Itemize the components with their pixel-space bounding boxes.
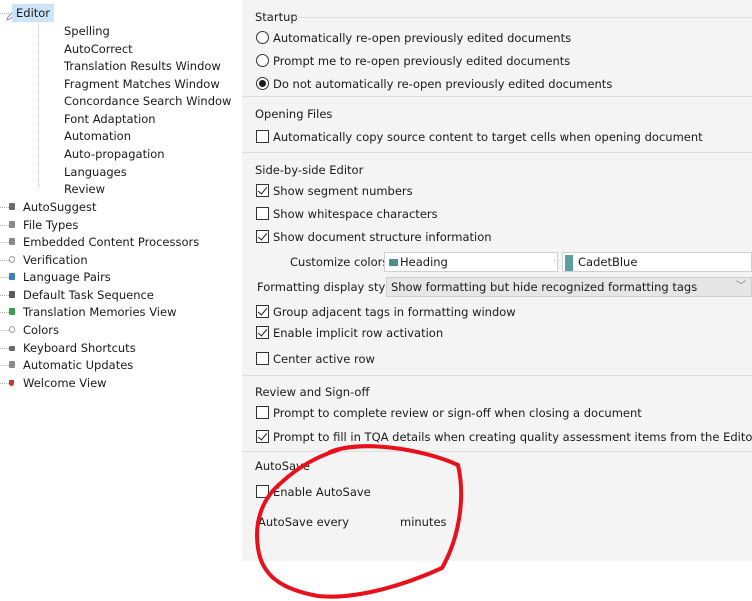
checkbox[interactable] bbox=[256, 485, 269, 498]
tree-connector bbox=[0, 365, 9, 366]
tree-item-fragment-matches[interactable]: Fragment Matches Window bbox=[64, 75, 220, 93]
heading-color-value: Heading bbox=[400, 255, 448, 269]
side-by-side-section-title: Side-by-side Editor bbox=[255, 163, 364, 177]
checkbox-label: Show document structure information bbox=[273, 230, 492, 244]
tree-item-review[interactable]: Review bbox=[64, 180, 105, 198]
radio-button-selected[interactable] bbox=[256, 77, 269, 90]
options-tree: Editor Spelling AutoCorrect Translation … bbox=[0, 0, 242, 601]
customize-colors-label: Customize colors: bbox=[290, 255, 393, 269]
checkbox[interactable] bbox=[256, 207, 269, 220]
checkbox-label: Prompt to fill in TQA details when creat… bbox=[273, 430, 752, 444]
tree-item-label: AutoSuggest bbox=[23, 200, 97, 214]
startup-section-title: Startup bbox=[255, 10, 298, 24]
radio-button[interactable] bbox=[256, 31, 269, 44]
tree-item-label: Editor bbox=[12, 4, 55, 22]
checkbox-label: Enable implicit row activation bbox=[273, 326, 444, 340]
checkbox-checked[interactable] bbox=[256, 430, 269, 443]
tree-connector bbox=[0, 242, 9, 243]
autosave-minutes-label: minutes bbox=[400, 515, 447, 529]
checkbox-checked[interactable] bbox=[256, 230, 269, 243]
tree-item-label: Language Pairs bbox=[23, 270, 111, 284]
section-divider bbox=[242, 451, 752, 452]
tree-item-auto-propagation[interactable]: Auto-propagation bbox=[64, 145, 165, 163]
colors-icon bbox=[9, 326, 15, 333]
tree-item-translation-results[interactable]: Translation Results Window bbox=[64, 57, 221, 75]
section-divider bbox=[242, 152, 752, 153]
formatting-display-dropdown[interactable]: Show formatting but hide recognized form… bbox=[386, 277, 752, 297]
translation-memories-icon bbox=[9, 308, 15, 315]
verification-icon bbox=[9, 256, 15, 263]
file-types-icon bbox=[9, 221, 15, 228]
tree-item-label: Embedded Content Processors bbox=[23, 235, 200, 249]
tree-item-label: Automatic Updates bbox=[23, 358, 134, 372]
checkbox-label: Show whitespace characters bbox=[273, 207, 438, 221]
checkbox-checked[interactable] bbox=[256, 305, 269, 318]
keyboard-icon bbox=[9, 346, 15, 351]
cadetblue-color-select[interactable]: CadetBlue bbox=[562, 252, 752, 272]
section-divider bbox=[242, 96, 752, 97]
tree-connector bbox=[0, 225, 9, 226]
updates-icon bbox=[9, 361, 15, 368]
checkbox-label: Center active row bbox=[273, 352, 375, 366]
section-divider bbox=[294, 17, 752, 18]
radio-button[interactable] bbox=[256, 54, 269, 67]
review-section-title: Review and Sign-off bbox=[255, 385, 370, 399]
tree-item-label: Keyboard Shortcuts bbox=[23, 341, 136, 355]
checkbox[interactable] bbox=[256, 352, 269, 365]
autosuggest-icon bbox=[9, 203, 15, 210]
cadetblue-color-swatch bbox=[565, 254, 573, 271]
tree-connector bbox=[0, 383, 9, 384]
tree-item-autocorrect[interactable]: AutoCorrect bbox=[64, 40, 133, 58]
welcome-icon bbox=[9, 380, 14, 386]
tree-connector bbox=[0, 207, 9, 208]
checkbox-checked[interactable] bbox=[256, 184, 269, 197]
tree-connector bbox=[0, 348, 9, 349]
formatting-display-value: Show formatting but hide recognized form… bbox=[391, 280, 698, 294]
checkbox-label: Enable AutoSave bbox=[273, 485, 371, 499]
checkbox-label: Group adjacent tags in formatting window bbox=[273, 305, 516, 319]
tree-item-label: Translation Memories View bbox=[23, 305, 177, 319]
heading-color-swatch bbox=[389, 259, 398, 266]
section-divider bbox=[242, 375, 752, 376]
embedded-content-icon bbox=[9, 238, 15, 245]
tree-item-label: Verification bbox=[23, 253, 88, 267]
formatting-display-label: Formatting display style: bbox=[257, 280, 400, 294]
tree-item-label: Colors bbox=[23, 323, 60, 337]
tree-item-spelling[interactable]: Spelling bbox=[64, 22, 110, 40]
tree-item-automation[interactable]: Automation bbox=[64, 127, 131, 145]
checkbox[interactable] bbox=[256, 406, 269, 419]
language-pairs-icon bbox=[9, 273, 15, 280]
option-label: Prompt me to re-open previously edited d… bbox=[273, 54, 571, 68]
option-label: Do not automatically re-open previously … bbox=[273, 77, 613, 91]
tree-connector bbox=[0, 330, 9, 331]
tree-connector bbox=[0, 312, 9, 313]
tree-item-languages[interactable]: Languages bbox=[64, 163, 127, 181]
heading-color-select[interactable]: Heading bbox=[384, 252, 558, 272]
tree-guide-line bbox=[38, 18, 39, 187]
chevron-down-icon: ﹀ bbox=[736, 281, 746, 292]
tree-connector bbox=[0, 260, 9, 261]
checkbox-label: Show segment numbers bbox=[273, 184, 413, 198]
tree-connector bbox=[0, 277, 9, 278]
checkbox-label: Automatically copy source content to tar… bbox=[273, 130, 703, 144]
tree-connector bbox=[0, 295, 9, 296]
separator-dot: · bbox=[553, 257, 556, 267]
option-label: Automatically re-open previously edited … bbox=[273, 31, 572, 45]
tree-item-concordance-search[interactable]: Concordance Search Window bbox=[64, 92, 231, 110]
tree-item-label: Default Task Sequence bbox=[23, 288, 154, 302]
editor-settings-panel: Startup Automatically re-open previously… bbox=[242, 0, 752, 561]
autosave-every-label: AutoSave every bbox=[258, 515, 350, 529]
checkbox-checked[interactable] bbox=[256, 326, 269, 339]
tree-item-font-adaptation[interactable]: Font Adaptation bbox=[64, 110, 156, 128]
tree-item-label: File Types bbox=[23, 218, 79, 232]
cadetblue-color-value: CadetBlue bbox=[578, 255, 638, 269]
checkbox[interactable] bbox=[256, 130, 269, 143]
autosave-section-title: AutoSave bbox=[255, 459, 310, 473]
checkbox-label: Prompt to complete review or sign-off wh… bbox=[273, 406, 642, 420]
opening-files-section-title: Opening Files bbox=[255, 107, 333, 121]
tree-item-label: Welcome View bbox=[23, 376, 107, 390]
task-sequence-icon bbox=[9, 291, 15, 298]
